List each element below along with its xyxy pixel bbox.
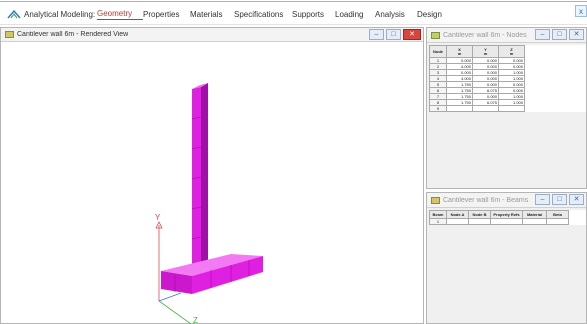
analytical-modeling-icon	[7, 9, 21, 19]
column-header[interactable]: Xm	[446, 45, 473, 58]
axis-y-label: Y	[155, 213, 161, 222]
column-header[interactable]: Beta	[546, 210, 569, 219]
render-canvas[interactable]: Y Z	[1, 43, 423, 324]
table-cell[interactable]	[468, 218, 491, 225]
tab-specifications[interactable]: Specifications	[234, 10, 292, 19]
rendered-view-titlebar[interactable]: Cantilever wall 6m - Rendered View – □ ✕	[1, 28, 423, 42]
tab-analysis[interactable]: Analysis	[375, 10, 417, 19]
close-app-icon[interactable]: x	[575, 5, 587, 17]
tab-supports[interactable]: Supports	[292, 10, 335, 19]
nodes-table-body: 1 0.000 0.000 0.000 2 4.000 0.000 0.000 3 0.000 0.…	[429, 57, 525, 112]
axis-x-line	[158, 292, 182, 302]
beams-window: Cantilever wall 6m - Beams – □ ✕ Beam No…	[426, 192, 587, 324]
rendered-view-window: Cantilever wall 6m - Rendered View – □ ✕	[0, 27, 424, 324]
wall-stem-side	[201, 83, 208, 264]
table-header-row: Node Xm Ym Zm	[429, 45, 525, 58]
column-header[interactable]: Node	[429, 45, 447, 58]
table-row[interactable]: 9	[429, 105, 525, 112]
column-header[interactable]: Beam	[429, 210, 447, 219]
axis-z-label: Z	[193, 316, 198, 324]
maximize-button[interactable]: □	[552, 29, 567, 40]
column-header[interactable]: Ym	[472, 45, 499, 58]
beams-table: Beam Node A Node B Property Refs Materia…	[429, 210, 569, 225]
main-menu: Geometry Properties Materials Specificat…	[97, 7, 451, 21]
window-icon	[431, 196, 440, 204]
tab-design[interactable]: Design	[417, 10, 451, 19]
table-cell[interactable]	[498, 105, 525, 112]
table-cell[interactable]	[446, 218, 469, 225]
maximize-button[interactable]: □	[552, 194, 567, 205]
column-header[interactable]: Node B	[468, 210, 491, 219]
window-icon	[431, 31, 440, 39]
column-header[interactable]: Material	[522, 210, 547, 219]
beams-table-body: 1	[429, 218, 569, 225]
minimize-button[interactable]: –	[369, 29, 384, 40]
axis-z-line	[158, 300, 192, 324]
rendered-view-title: Cantilever wall 6m - Rendered View	[17, 31, 129, 38]
tab-properties[interactable]: Properties	[143, 10, 190, 19]
close-button[interactable]: ✕	[569, 194, 584, 205]
tab-loading[interactable]: Loading	[335, 10, 375, 19]
wall-stem-front	[192, 87, 201, 275]
close-button[interactable]: ✕	[403, 29, 421, 40]
model-render: Y Z	[155, 83, 263, 324]
column-header[interactable]: Zm	[498, 45, 525, 58]
beams-grid[interactable]: Beam Node A Node B Property Refs Materia…	[429, 210, 586, 225]
maximize-button[interactable]: □	[386, 29, 401, 40]
column-header[interactable]: Node A	[446, 210, 469, 219]
nodes-title: Cantilever wall 6m - Nodes	[443, 31, 527, 39]
app-brand[interactable]: Analytical Modeling:	[7, 7, 95, 21]
table-header-row: Beam Node A Node B Property Refs Materia…	[429, 210, 569, 219]
minimize-button[interactable]: –	[535, 29, 550, 40]
table-cell[interactable]	[490, 218, 523, 225]
nodes-grid[interactable]: Node Xm Ym Zm 1 0.000 0.000 0.000 2 4.000 0.00…	[429, 45, 586, 112]
tab-materials[interactable]: Materials	[190, 10, 234, 19]
column-header[interactable]: Property Refs	[490, 210, 523, 219]
window-icon	[5, 31, 14, 38]
close-button[interactable]: ✕	[569, 29, 584, 40]
window-controls: – □ ✕	[533, 194, 584, 205]
table-cell[interactable]	[522, 218, 547, 225]
accent-line	[0, 1, 587, 2]
top-ribbon: Analytical Modeling: Geometry Properties…	[0, 0, 587, 25]
window-controls: – □ ✕	[367, 29, 421, 40]
beams-titlebar[interactable]: Cantilever wall 6m - Beams – □ ✕	[427, 193, 586, 208]
table-cell[interactable]: 1	[429, 218, 447, 225]
table-cell[interactable]: 9	[429, 105, 447, 112]
app-brand-label: Analytical Modeling:	[24, 9, 96, 19]
tab-geometry[interactable]: Geometry	[97, 9, 143, 20]
beams-title: Cantilever wall 6m - Beams	[443, 196, 529, 204]
table-row[interactable]: 1	[429, 218, 569, 225]
table-cell[interactable]	[546, 218, 569, 225]
window-controls: – □ ✕	[533, 29, 584, 40]
nodes-table: Node Xm Ym Zm 1 0.000 0.000 0.000 2 4.000 0.00…	[429, 45, 525, 112]
nodes-titlebar[interactable]: Cantilever wall 6m - Nodes – □ ✕	[427, 28, 586, 43]
minimize-button[interactable]: –	[535, 194, 550, 205]
table-cell[interactable]	[472, 105, 499, 112]
table-cell[interactable]	[446, 105, 473, 112]
nodes-window: Cantilever wall 6m - Nodes – □ ✕ Node Xm…	[426, 27, 587, 189]
